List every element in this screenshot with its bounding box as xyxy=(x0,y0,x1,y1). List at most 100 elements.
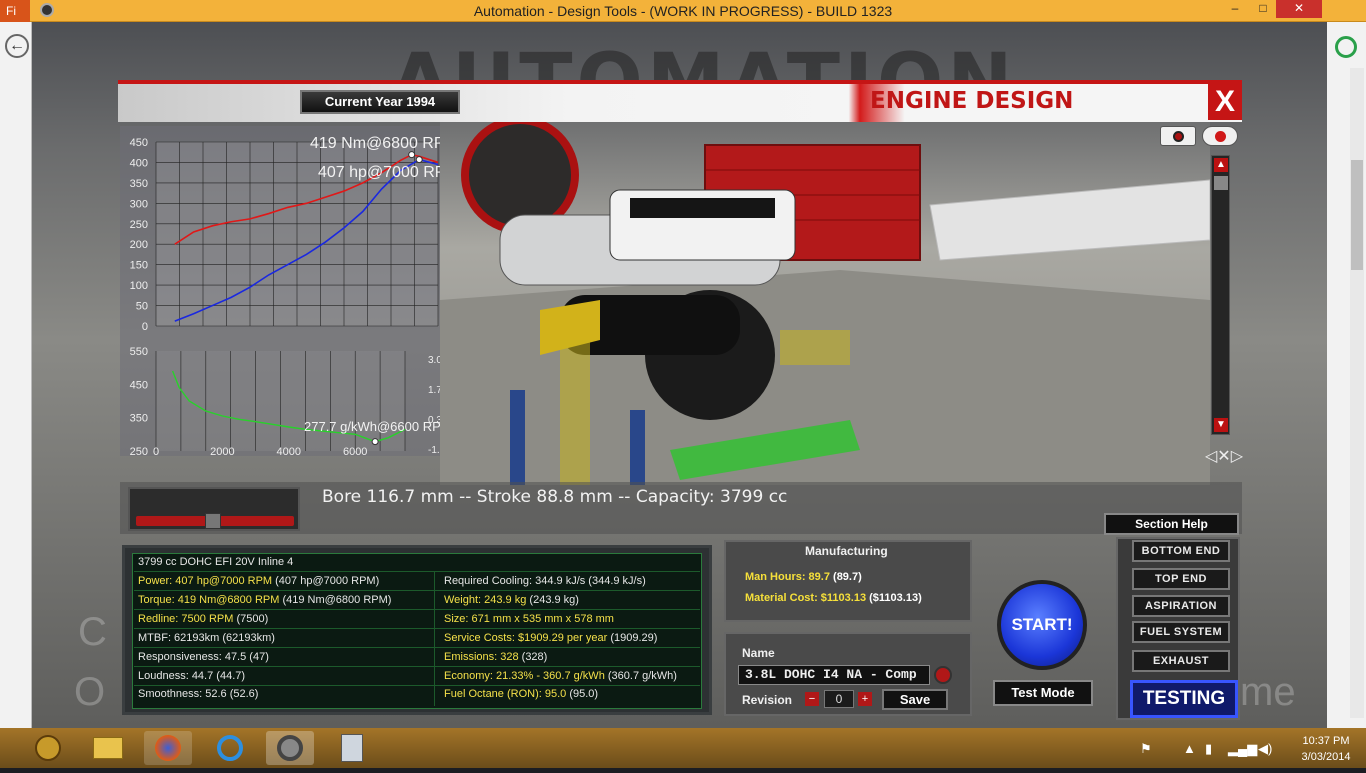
internet-explorer-icon[interactable] xyxy=(206,731,254,765)
y-tick-label: 200 xyxy=(130,239,148,251)
wow-icon[interactable] xyxy=(24,731,72,765)
fuel-consumption-chart: 5504503502503.01.70.3-1.0020004000600027… xyxy=(130,346,440,456)
edit-name-icon[interactable] xyxy=(934,666,952,684)
stat-mtbf: MTBF: 62193km (62193km) xyxy=(138,632,275,644)
y-right-tick-label: 1.7 xyxy=(428,385,440,396)
stat-economy: Economy: 21.33% - 360.7 g/kWh (360.7 g/k… xyxy=(444,670,677,682)
file-explorer-icon[interactable] xyxy=(84,731,132,765)
tab-fuel-system[interactable]: FUEL SYSTEM xyxy=(1132,621,1230,643)
tab-aspiration[interactable]: ASPIRATION xyxy=(1132,595,1230,617)
y-tick-label: 50 xyxy=(136,301,148,313)
y-tick-label: 350 xyxy=(130,178,148,190)
scroll-down-icon[interactable]: ▼ xyxy=(1214,418,1228,432)
camera-icon[interactable] xyxy=(1160,126,1196,146)
background-letter: C xyxy=(78,610,107,654)
rotate-view-icon[interactable]: ◁✕▷ xyxy=(1205,446,1243,466)
close-window-button[interactable]: ✕ xyxy=(1276,0,1322,18)
y-tick-label: 300 xyxy=(130,198,148,210)
save-button[interactable]: Save xyxy=(882,689,948,710)
background-letter: O xyxy=(74,670,106,714)
tab-bottom-end[interactable]: BOTTOM END xyxy=(1132,540,1230,562)
material-cost: Material Cost: $1103.13 ($1103.13) xyxy=(745,592,922,604)
calculator-icon[interactable] xyxy=(328,731,376,765)
y-tick-label: 0 xyxy=(142,321,148,331)
engine-scene-illustration xyxy=(440,116,1211,485)
stat-loudness: Loudness: 44.7 (44.7) xyxy=(138,670,246,682)
refresh-icon[interactable] xyxy=(1335,36,1357,58)
power-torque-chart: 450 400 350 300 250 200 150 100 50 0 419 Nm@6800 R… xyxy=(130,135,459,333)
y-tick-label: 100 xyxy=(130,280,148,292)
clock-date: 3/03/2014 xyxy=(1301,751,1351,763)
economy-peak-marker xyxy=(371,438,379,446)
stat-power: Power: 407 hp@7000 RPM (407 hp@7000 RPM) xyxy=(138,575,380,587)
tab-testing[interactable]: TESTING xyxy=(1130,680,1238,718)
revision-decrement-button[interactable]: − xyxy=(805,692,819,706)
volume-icon[interactable]: ◀) xyxy=(1258,741,1272,757)
fan xyxy=(461,116,579,234)
network-icon[interactable]: ▂▄▆ xyxy=(1228,741,1257,757)
revision-value: 0 xyxy=(824,690,854,708)
stat-fuel-octane: Fuel Octane (RON): 95.0 (95.0) xyxy=(444,688,599,700)
window-titlebar: Fi Automation - Design Tools - (WORK IN … xyxy=(0,0,1366,22)
manufacturing-title: Manufacturing xyxy=(805,544,888,558)
slider-thumb[interactable] xyxy=(205,513,221,529)
y-tick-label: 350 xyxy=(130,413,148,425)
start-button[interactable]: START! xyxy=(997,580,1087,670)
taskbar-clock[interactable]: 10:37 PM 3/03/2014 xyxy=(1286,733,1366,765)
stat-emissions: Emissions: 328 (328) xyxy=(444,651,548,663)
y-tick-label: 250 xyxy=(130,446,148,456)
tab-top-end[interactable]: TOP END xyxy=(1132,568,1230,590)
power-icon[interactable]: ▮ xyxy=(1205,741,1212,757)
tab-exhaust[interactable]: EXHAUST xyxy=(1132,650,1230,672)
revision-increment-button[interactable]: + xyxy=(858,692,872,706)
power-peak-marker xyxy=(415,156,423,164)
stat-torque: Torque: 419 Nm@6800 RPM (419 Nm@6800 RPM… xyxy=(138,594,392,606)
background-text: me xyxy=(1240,670,1296,714)
stat-cooling: Required Cooling: 344.9 kJ/s (344.9 kJ/s… xyxy=(444,575,646,587)
back-arrow-icon[interactable]: ← xyxy=(5,34,29,58)
bore-stroke-capacity: Bore 116.7 mm -- Stroke 88.8 mm -- Capac… xyxy=(322,487,788,507)
power-peak-label: 407 hp@7000 RPM xyxy=(318,164,440,181)
test-mode-button[interactable]: Test Mode xyxy=(993,680,1093,706)
automation-taskbar-icon[interactable] xyxy=(266,731,314,765)
torque-peak-marker xyxy=(408,151,416,159)
scroller-thumb[interactable] xyxy=(1214,176,1228,190)
stat-service-costs: Service Costs: $1909.29 per year (1909.2… xyxy=(444,632,658,644)
component-slider[interactable] xyxy=(128,487,300,531)
section-help-button[interactable]: Section Help xyxy=(1104,513,1239,535)
revision-label: Revision xyxy=(742,693,793,707)
name-label: Name xyxy=(742,646,775,660)
y-tick-label: 250 xyxy=(130,219,148,231)
stat-smoothness: Smoothness: 52.6 (52.6) xyxy=(138,688,259,700)
power-torque-chart-panel: 450 400 350 300 250 200 150 100 50 0 419 Nm@6800 R… xyxy=(120,126,459,456)
y-tick-label: 150 xyxy=(130,260,148,272)
show-hidden-icons-icon[interactable]: ▲ xyxy=(1183,741,1196,756)
current-year: Current Year 1994 xyxy=(300,90,460,114)
torque-peak-label: 419 Nm@6800 RPM xyxy=(310,135,440,152)
stat-redline: Redline: 7500 RPM (7500) xyxy=(138,613,269,625)
stat-weight: Weight: 243.9 kg (243.9 kg) xyxy=(444,594,579,606)
engine-name-input[interactable]: 3.8L DOHC I4 NA - Comp xyxy=(738,665,930,685)
y-right-tick-label: 3.0 xyxy=(428,355,440,366)
scroll-up-icon[interactable]: ▲ xyxy=(1214,158,1228,172)
minimize-button[interactable]: – xyxy=(1222,0,1248,18)
y-tick-label: 550 xyxy=(130,346,148,358)
engine-summary: 3799 cc DOHC EFI 20V Inline 4 xyxy=(138,556,294,568)
close-panel-button[interactable]: X xyxy=(1208,84,1242,120)
taskbar xyxy=(0,728,1366,768)
maximize-button[interactable]: □ xyxy=(1250,0,1276,18)
window-title: Automation - Design Tools - (WORK IN PRO… xyxy=(473,3,893,19)
x-tick-label: 0 xyxy=(153,446,159,456)
engine-3d-view[interactable] xyxy=(440,116,1211,485)
scrollbar-thumb[interactable] xyxy=(1351,160,1363,270)
x-tick-label: 6000 xyxy=(343,446,367,456)
x-tick-label: 4000 xyxy=(277,446,301,456)
action-center-icon[interactable]: ⚑ xyxy=(1140,741,1152,757)
stat-responsiveness: Responsiveness: 47.5 (47) xyxy=(138,651,269,663)
browser-left-strip: ← xyxy=(0,22,32,728)
workbench xyxy=(929,179,1211,261)
firefox-icon[interactable] xyxy=(144,731,192,765)
record-icon[interactable] xyxy=(1202,126,1238,146)
view-scroller[interactable]: ▲ ▼ xyxy=(1211,155,1230,435)
clock-time: 10:37 PM xyxy=(1302,735,1350,747)
